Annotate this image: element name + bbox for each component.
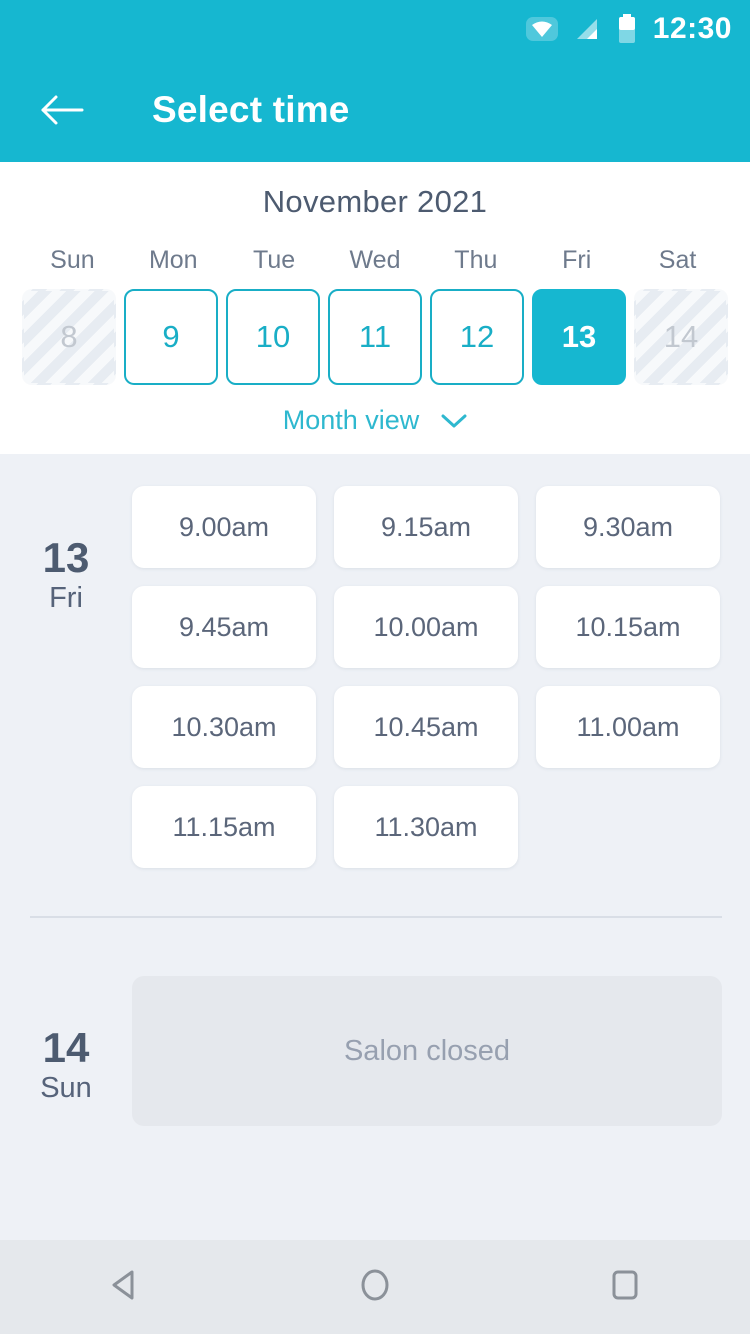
month-view-toggle[interactable]: Month view — [0, 405, 750, 436]
nav-back-button[interactable] — [65, 1240, 185, 1334]
weekday-label: Mon — [148, 246, 198, 274]
calendar-day-cell-selected[interactable]: 13 — [532, 289, 626, 385]
weekday-label: Tue — [253, 246, 296, 274]
day-group-label: 14 Sun — [0, 976, 132, 1126]
calendar-day-cell[interactable]: 10 — [226, 289, 320, 385]
nav-recents-icon — [604, 1264, 646, 1311]
salon-closed-panel: Salon closed — [132, 976, 722, 1126]
calendar-day-row: 8 9 10 11 12 13 14 — [0, 289, 750, 385]
nav-home-icon — [354, 1264, 396, 1311]
month-view-label: Month view — [282, 405, 420, 435]
weekday-label: Thu — [454, 246, 498, 274]
nav-back-icon — [104, 1264, 146, 1311]
day-group-14: 14 Sun Salon closed — [0, 918, 750, 1126]
calendar-day-cell[interactable]: 9 — [124, 289, 218, 385]
battery-icon — [617, 14, 637, 44]
weekday-label: Sat — [658, 246, 697, 274]
time-slot[interactable]: 11.15am — [132, 786, 316, 868]
weekday-label: Sun — [50, 246, 95, 274]
time-slot[interactable]: 10.45am — [334, 686, 518, 768]
chevron-down-icon — [441, 413, 467, 429]
status-bar-clock: 12:30 — [652, 12, 732, 45]
time-slot[interactable]: 9.00am — [132, 486, 316, 568]
phone-screen: 12:30 Select time November 2021 Sun Mon … — [0, 0, 750, 1334]
page-title: Select time — [152, 89, 350, 130]
time-slot[interactable]: 11.00am — [536, 686, 720, 768]
calendar-panel: November 2021 Sun Mon Tue Wed Thu Fri Sa… — [0, 162, 750, 454]
arrow-left-icon — [41, 95, 84, 125]
calendar-month-title: November 2021 — [262, 184, 488, 219]
calendar-day-cell: 8 — [22, 289, 116, 385]
time-slot[interactable]: 9.45am — [132, 586, 316, 668]
back-button[interactable] — [34, 82, 90, 138]
time-slot[interactable]: 10.30am — [132, 686, 316, 768]
android-nav-bar — [0, 1240, 750, 1334]
nav-recents-button[interactable] — [565, 1240, 685, 1334]
time-slot[interactable]: 9.30am — [536, 486, 720, 568]
time-slot[interactable]: 10.15am — [536, 586, 720, 668]
app-bar: Select time — [0, 58, 750, 162]
day-group-number: 14 — [42, 1024, 90, 1071]
day-group-label: 13 Fri — [0, 486, 132, 868]
calendar-day-cell[interactable]: 11 — [328, 289, 422, 385]
time-slot[interactable]: 10.00am — [334, 586, 518, 668]
day-group-13: 13 Fri 9.00am 9.15am 9.30am 9.45am 10.00… — [0, 486, 750, 868]
signal-icon — [573, 15, 603, 43]
nav-home-button[interactable] — [315, 1240, 435, 1334]
weekday-label: Fri — [562, 246, 592, 274]
day-group-number: 13 — [42, 534, 90, 581]
status-bar: 12:30 — [0, 0, 750, 58]
calendar-day-cell: 14 — [634, 289, 728, 385]
time-slot[interactable]: 9.15am — [334, 486, 518, 568]
time-slot[interactable]: 11.30am — [334, 786, 518, 868]
day-group-weekday: Sun — [40, 1072, 92, 1105]
calendar-weekday-row: Sun Mon Tue Wed Thu Fri Sat — [0, 246, 750, 275]
day-group-weekday: Fri — [49, 582, 83, 615]
time-slot-grid: 9.00am 9.15am 9.30am 9.45am 10.00am 10.1… — [132, 486, 722, 868]
calendar-day-cell[interactable]: 12 — [430, 289, 524, 385]
weekday-label: Wed — [349, 246, 401, 274]
wifi-icon — [525, 15, 559, 43]
schedule-area: 13 Fri 9.00am 9.15am 9.30am 9.45am 10.00… — [0, 454, 750, 1240]
